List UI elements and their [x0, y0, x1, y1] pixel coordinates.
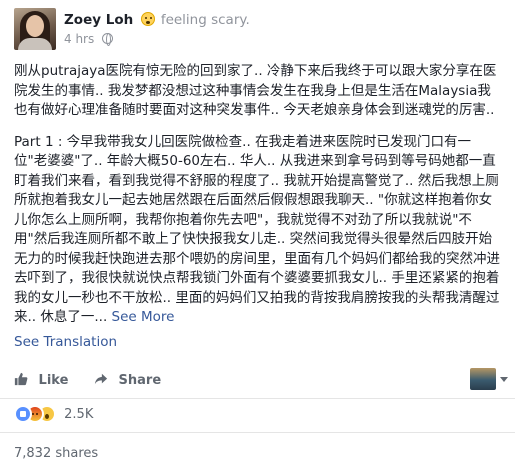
reaction-count: 2.5K	[64, 406, 94, 422]
divider	[0, 432, 515, 433]
like-button[interactable]: Like	[14, 372, 68, 388]
share-arrow-icon	[94, 373, 108, 385]
thumbs-up-icon	[14, 372, 28, 386]
reactions-summary[interactable]: 2.5K	[14, 405, 93, 425]
globe-icon	[102, 33, 114, 46]
post-body: 刚从putrajaya医院有惊无险的回到家了.. 冷静下来后我终于可以跟大家分享…	[14, 62, 504, 340]
post-paragraph-2-text: Part 1 : 今早我带我女儿回医院做检查.. 在我走着进来医院时已发现门口有…	[14, 133, 500, 326]
scared-emoji-icon	[140, 12, 155, 26]
viewer-avatar[interactable]	[470, 368, 496, 390]
chevron-down-icon[interactable]	[500, 377, 508, 382]
divider	[0, 398, 515, 399]
see-more-link[interactable]: See More	[112, 309, 175, 325]
like-reaction-icon	[14, 405, 32, 423]
post-paragraph-2: Part 1 : 今早我带我女儿回医院做检查.. 在我走着进来医院时已发现门口有…	[14, 133, 504, 328]
share-count[interactable]: 7,832 shares	[14, 446, 98, 461]
author-line: Zoey Loh feeling scary.	[64, 12, 250, 28]
author-name[interactable]: Zoey Loh	[64, 12, 133, 28]
share-label: Share	[118, 373, 162, 388]
post-header: Zoey Loh feeling scary. 4 hrs	[14, 8, 504, 52]
like-label: Like	[38, 373, 69, 388]
feeling-text: feeling scary.	[160, 12, 250, 28]
post-timestamp[interactable]: 4 hrs	[64, 32, 94, 46]
post-actions: Like Share	[14, 368, 508, 394]
post-paragraph-1: 刚从putrajaya医院有惊无险的回到家了.. 冷静下来后我终于可以跟大家分享…	[14, 63, 497, 118]
share-button[interactable]: Share	[94, 372, 161, 388]
see-translation-link[interactable]: See Translation	[14, 334, 117, 350]
post-meta: 4 hrs	[64, 32, 114, 46]
author-avatar[interactable]	[14, 8, 56, 50]
